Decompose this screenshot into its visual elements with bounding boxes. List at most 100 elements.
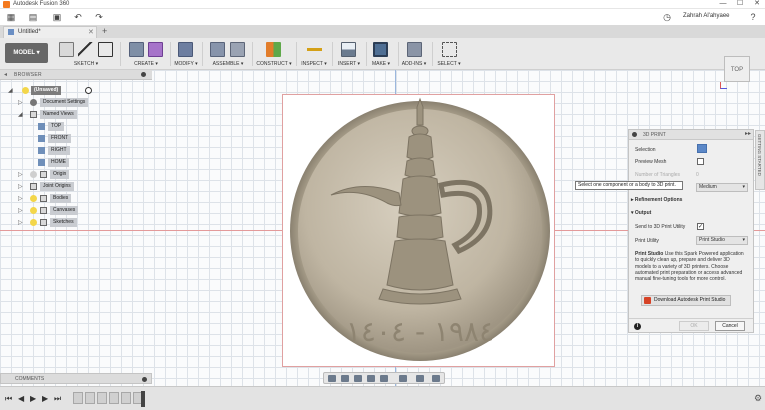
undo-icon[interactable]: ↶ [73,12,83,22]
timeline-feature[interactable] [73,392,83,404]
new-component-icon[interactable] [210,42,225,57]
print-utility-dropdown[interactable]: Print Studio ▾ [696,236,748,245]
modify-menu[interactable]: MODIFY ▾ [174,61,198,67]
download-print-studio-button[interactable]: Download Autodesk Print Studio [641,295,731,306]
expand-dialog-icon[interactable]: ▸▸ [745,130,751,137]
press-pull-icon[interactable] [178,42,193,57]
preview-mesh-checkbox[interactable] [697,158,704,165]
viewports-icon[interactable] [432,375,440,382]
timeline-feature[interactable] [121,392,131,404]
expand-arrow-icon[interactable]: ▷ [18,99,23,106]
help-icon[interactable]: ? [748,12,758,22]
offset-plane-icon[interactable] [266,42,281,57]
create-menu[interactable]: CREATE ▾ [126,61,166,67]
lightbulb-icon[interactable] [30,195,37,202]
pan-icon[interactable] [354,375,362,382]
lightbulb-off-icon[interactable] [30,171,37,178]
step-back-icon[interactable]: ◀ [18,394,24,403]
select-group[interactable]: SELECT ▾ [436,41,462,69]
document-tab[interactable]: Untitled* ✕ [3,26,97,38]
dialog-header[interactable]: 3D PRINT ▸▸ [629,130,753,140]
go-to-start-icon[interactable]: ⏮ [5,394,12,404]
add-ins-menu[interactable]: ADD-INS ▾ [400,61,428,67]
timeline-feature[interactable] [85,392,95,404]
joint-icon[interactable] [230,42,245,57]
make-group[interactable]: MAKE ▾ [368,41,394,69]
insert-menu[interactable]: INSERT ▾ [336,61,362,67]
construct-group[interactable]: CONSTRUCT ▾ [256,41,292,69]
zoom-window-icon[interactable] [380,375,388,382]
sketch-group[interactable]: SKETCH ▾ [56,41,116,69]
selection-picker[interactable] [697,144,707,153]
workspace-switcher[interactable]: MODEL ▾ [5,43,48,63]
pin-icon[interactable] [632,132,637,137]
line-icon[interactable] [78,42,93,57]
user-account-name[interactable]: Zahrah Al'ahyaee [683,13,730,19]
gear-icon[interactable]: ⚙ [754,393,762,404]
new-tab-button[interactable]: + [102,26,107,36]
display-settings-icon[interactable] [399,375,407,382]
job-status-clock-icon[interactable]: ◷ [662,12,672,22]
expand-arrow-icon[interactable]: ▷ [18,219,23,226]
look-at-icon[interactable] [341,375,349,382]
select-menu[interactable]: SELECT ▾ [436,61,462,67]
output-section[interactable]: ▾ Output [631,210,651,216]
info-icon[interactable]: i [634,323,641,330]
lightbulb-icon[interactable] [30,219,37,226]
minimize-button[interactable]: — [715,0,731,9]
refinement-options-section[interactable]: ▸ Refinement Options [631,197,682,203]
inspect-group[interactable]: INSPECT ▾ [300,41,328,69]
measure-icon[interactable] [307,42,322,57]
play-icon[interactable]: ▶ [30,394,36,403]
comments-panel[interactable]: COMMENTS [0,373,152,384]
save-icon[interactable]: ▣ [52,12,62,22]
refinement-dropdown[interactable]: Medium ▾ [696,183,748,192]
make-menu[interactable]: MAKE ▾ [368,61,394,67]
orbit-icon[interactable] [328,375,336,382]
browser-header[interactable]: ◂ BROWSER [0,70,152,80]
insert-group[interactable]: INSERT ▾ [336,41,362,69]
file-menu-icon[interactable]: ▤ [28,12,38,22]
rectangle-icon[interactable] [98,42,113,57]
assemble-group[interactable]: ASSEMBLE ▾ [206,41,250,69]
timeline-feature[interactable] [97,392,107,404]
redo-icon[interactable]: ↷ [94,12,104,22]
expand-arrow-icon[interactable]: ▷ [18,207,23,214]
collapse-arrow-icon[interactable]: ◂ [4,71,7,78]
close-tab-button[interactable]: ✕ [88,28,94,36]
getting-started-tab[interactable]: GETTING STARTED [755,130,765,190]
data-panel-grid-icon[interactable]: ▦ [6,12,16,22]
grid-settings-icon[interactable] [416,375,424,382]
select-icon[interactable] [442,42,457,57]
assemble-menu[interactable]: ASSEMBLE ▾ [206,61,250,67]
activate-radio-icon[interactable] [85,87,92,94]
lightbulb-icon[interactable] [22,87,29,94]
extrude-icon[interactable] [129,42,144,57]
insert-canvas-icon[interactable] [341,42,356,57]
view-cube[interactable]: TOP [724,56,750,82]
close-window-button[interactable]: ✕ [749,0,765,9]
lightbulb-icon[interactable] [30,207,37,214]
create-form-icon[interactable] [148,42,163,57]
attached-canvas-image[interactable]: ١٩٨٤ - ١٤٠٤ [282,94,555,367]
sketch-menu[interactable]: SKETCH ▾ [56,61,116,67]
add-ins-group[interactable]: ADD-INS ▾ [400,41,428,69]
create-sketch-icon[interactable] [59,42,74,57]
zoom-icon[interactable] [367,375,375,382]
expand-arrow-icon[interactable]: ◢ [8,87,13,94]
construct-menu[interactable]: CONSTRUCT ▾ [256,61,292,67]
maximize-button[interactable]: ☐ [732,0,748,9]
pin-icon[interactable] [141,72,146,77]
expand-arrow-icon[interactable]: ▷ [18,171,23,178]
create-group[interactable]: CREATE ▾ [126,41,166,69]
go-to-end-icon[interactable]: ⏭ [54,394,61,404]
expand-arrow-icon[interactable]: ◢ [18,111,23,118]
step-forward-icon[interactable]: ▶ [42,394,48,403]
modify-group[interactable]: MODIFY ▾ [174,41,198,69]
scripts-addins-icon[interactable] [407,42,422,57]
timeline-marker[interactable] [141,391,145,407]
3d-print-icon[interactable] [373,42,388,57]
timeline-feature[interactable] [109,392,119,404]
pin-icon[interactable] [142,377,147,382]
cancel-button[interactable]: Cancel [715,321,745,331]
